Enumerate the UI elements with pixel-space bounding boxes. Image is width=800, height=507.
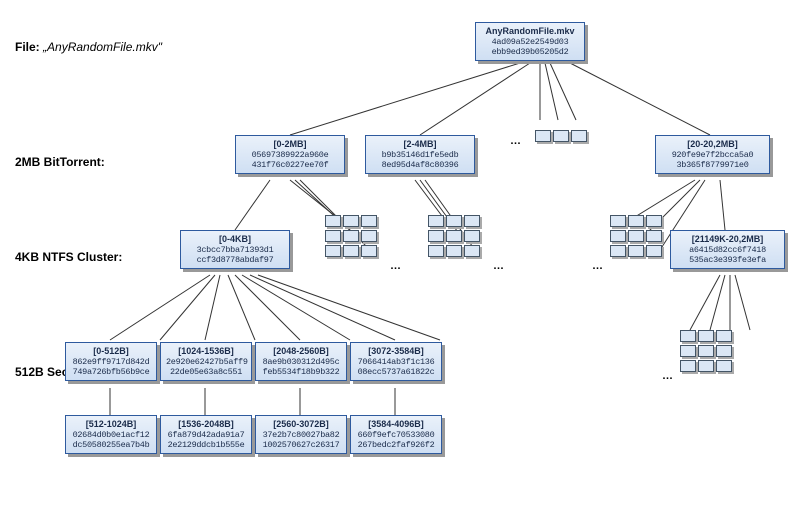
filename: „AnyRandomFile.mkv" bbox=[43, 40, 162, 54]
sector-node: [2560-3072B] 37e2b7c80027ba82 1002570627… bbox=[255, 415, 347, 454]
file-label: File: „AnyRandomFile.mkv" bbox=[15, 40, 162, 54]
sector-node: [1024-1536B] 2e920e62427b5aff9 22de05e63… bbox=[160, 342, 252, 381]
sector-node: [3072-3584B] 7066414ab3f1c136 08ecc5737a… bbox=[350, 342, 442, 381]
bt-node-0: [0-2MB] 05697389922a960e 431f76c0227ee70… bbox=[235, 135, 345, 174]
sector-node: [512-1024B] 02684d0b0e1acf12 dc50580255e… bbox=[65, 415, 157, 454]
ellipsis: … bbox=[390, 260, 401, 272]
ellipsis: … bbox=[662, 370, 673, 382]
sector-node: [2048-2560B] 8ae9b030312d495c feb5534f18… bbox=[255, 342, 347, 381]
ellipsis: … bbox=[510, 135, 521, 147]
ellipsis: … bbox=[592, 260, 603, 272]
bittorrent-label: 2MB BitTorrent: bbox=[15, 155, 105, 169]
root-node: AnyRandomFile.mkv 4ad09a52e2549d03 ebb9e… bbox=[475, 22, 585, 61]
sector-node: [3584-4096B] 660f9efc70533080 267bedc2fa… bbox=[350, 415, 442, 454]
ntfs-node-1: [21149K-20,2MB] a6415d82cc6f7418 535ac3e… bbox=[670, 230, 785, 269]
ntfs-label: 4KB NTFS Cluster: bbox=[15, 250, 122, 264]
bt-node-2: [20-20,2MB] 920fe9e7f2bcca5a0 3b365f8779… bbox=[655, 135, 770, 174]
sector-node: [0-512B] 862e9ff9717d842d 749a726bfb56b9… bbox=[65, 342, 157, 381]
merkle-tree-diagram: File: „AnyRandomFile.mkv" 2MB BitTorrent… bbox=[10, 10, 790, 497]
bt-node-1: [2-4MB] b9b35146d1fe5edb 8ed95d4af8c8039… bbox=[365, 135, 475, 174]
sector-node: [1536-2048B] 6fa879d42ada91a7 2e2129ddcb… bbox=[160, 415, 252, 454]
ntfs-node-0: [0-4KB] 3cbcc7bba71393d1 ccf3d8778abdaf9… bbox=[180, 230, 290, 269]
ellipsis: … bbox=[493, 260, 504, 272]
